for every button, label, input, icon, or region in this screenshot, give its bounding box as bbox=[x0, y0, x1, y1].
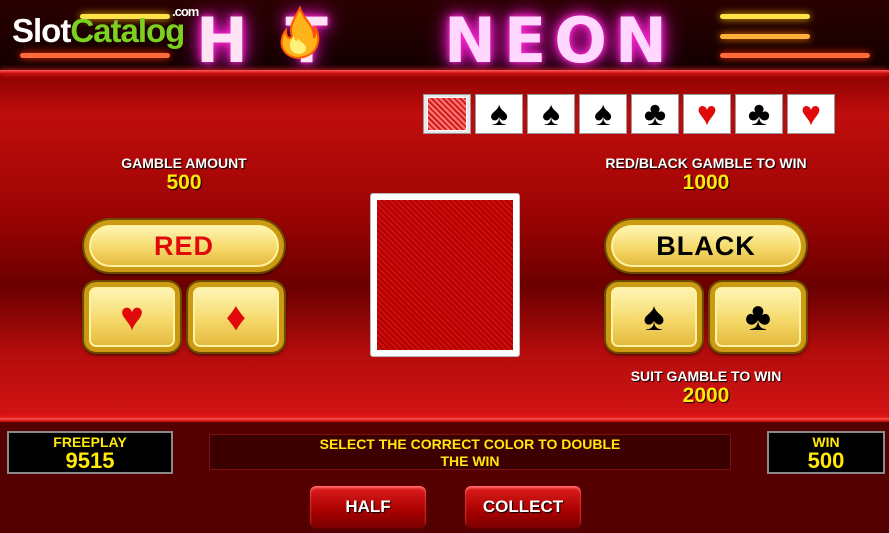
neon-line-left-2 bbox=[20, 53, 170, 58]
slotcatalog-watermark: SlotCatalog .com bbox=[12, 4, 199, 50]
heart-button[interactable]: ♥ bbox=[84, 282, 180, 352]
neon-line-right-2 bbox=[720, 34, 810, 39]
black-button[interactable]: BLACK bbox=[606, 220, 806, 272]
freeplay-value: 9515 bbox=[65, 448, 115, 473]
half-button[interactable]: HALF bbox=[308, 484, 428, 530]
top-separator bbox=[0, 70, 889, 74]
freeplay-box: FREEPLAY 9515 bbox=[7, 431, 173, 474]
club-button[interactable]: ♣ bbox=[710, 282, 806, 352]
gamble-card-back bbox=[370, 193, 520, 357]
game-header: H T NEON SlotCatalog .com bbox=[0, 0, 889, 77]
history-card-back bbox=[423, 94, 471, 134]
history-card-club-icon: ♣ bbox=[631, 94, 679, 134]
flame-icon bbox=[280, 6, 320, 60]
neon-line-right-1 bbox=[720, 14, 810, 19]
red-button[interactable]: RED bbox=[84, 220, 284, 272]
card-history: ♠ ♠ ♠ ♣ ♥ ♣ ♥ bbox=[423, 94, 835, 134]
color-win-value: 1000 bbox=[682, 171, 730, 194]
status-message-line1: SELECT THE CORRECT COLOR TO DOUBLE bbox=[319, 436, 621, 452]
gamble-amount-label: GAMBLE AMOUNT bbox=[121, 155, 247, 171]
watermark-part2: Catalog bbox=[70, 12, 185, 49]
history-card-heart-icon: ♥ bbox=[683, 94, 731, 134]
history-card-spade-icon: ♠ bbox=[579, 94, 627, 134]
watermark-part3: .com bbox=[172, 4, 199, 19]
win-box: WIN 500 bbox=[767, 431, 885, 474]
history-card-spade-icon: ♠ bbox=[527, 94, 575, 134]
spade-button[interactable]: ♠ bbox=[606, 282, 702, 352]
neon-line-right-3 bbox=[720, 53, 870, 58]
suit-win-value: 2000 bbox=[682, 384, 730, 407]
history-card-spade-icon: ♠ bbox=[475, 94, 523, 134]
history-card-club-icon: ♣ bbox=[735, 94, 783, 134]
color-win-label: RED/BLACK GAMBLE TO WIN bbox=[605, 155, 807, 171]
title-neon: NEON bbox=[444, 4, 675, 77]
diamond-button[interactable]: ♦ bbox=[188, 282, 284, 352]
win-value: 500 bbox=[807, 448, 845, 473]
gamble-amount-value: 500 bbox=[166, 171, 202, 194]
history-card-heart-icon: ♥ bbox=[787, 94, 835, 134]
collect-button[interactable]: COLLECT bbox=[463, 484, 583, 530]
status-message-line2: THE WIN bbox=[440, 453, 500, 469]
watermark-part1: Slot bbox=[12, 12, 71, 49]
status-message: SELECT THE CORRECT COLOR TO DOUBLE THE W… bbox=[209, 434, 731, 470]
suit-win-label: SUIT GAMBLE TO WIN bbox=[630, 368, 782, 384]
